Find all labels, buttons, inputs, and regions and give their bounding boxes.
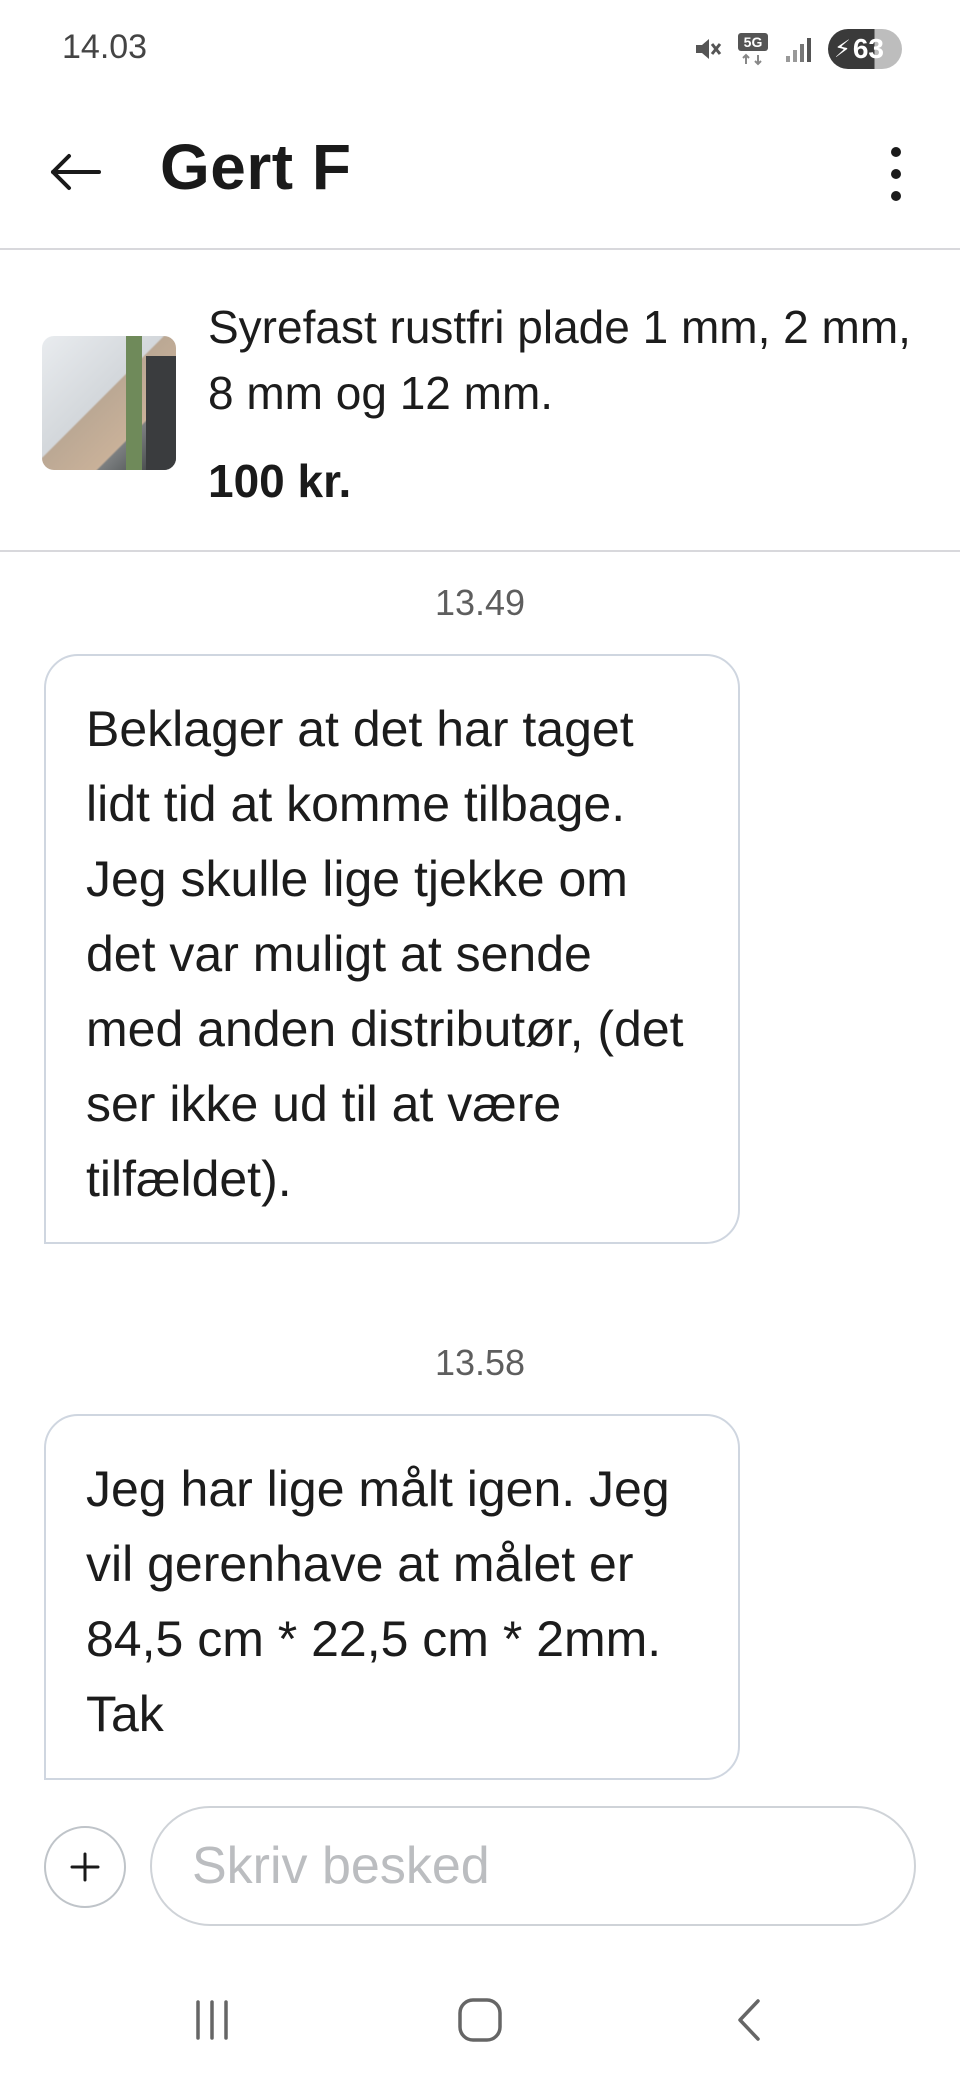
system-navigation-bar: [0, 1960, 960, 2080]
listing-thumbnail[interactable]: [42, 336, 176, 470]
status-icons: 5G ⚡ 63: [692, 26, 902, 72]
listing-card[interactable]: Syrefast rustfri plade 1 mm, 2 mm, 8 mm …: [0, 250, 960, 552]
status-bar: 14.03 5G ⚡ 63: [0, 0, 960, 100]
back-nav-icon: [738, 1999, 760, 2041]
add-attachment-button[interactable]: [44, 1826, 126, 1908]
thumbnail-detail: [146, 356, 176, 470]
more-options-button[interactable]: [868, 134, 924, 214]
back-nav-button[interactable]: [710, 1988, 790, 2052]
plus-icon: [70, 1852, 100, 1882]
back-button[interactable]: [44, 140, 108, 204]
listing-price: 100 kr.: [208, 455, 352, 507]
battery-indicator: ⚡ 63: [828, 29, 902, 69]
charging-icon: ⚡: [834, 35, 851, 63]
back-arrow-icon: [51, 154, 101, 190]
listing-title: Syrefast rustfri plade 1 mm, 2 mm, 8 mm …: [208, 301, 911, 419]
thumbnail-detail: [126, 336, 142, 470]
contact-name: Gert F: [160, 131, 352, 203]
battery-level: 63: [852, 33, 885, 64]
message-bubble[interactable]: Beklager at det har taget lidt tid at ko…: [44, 654, 740, 1244]
message-composer: [0, 1790, 960, 1940]
recent-apps-icon: [196, 2000, 228, 2040]
more-vertical-icon: [891, 147, 901, 157]
network-label: 5G: [744, 34, 763, 50]
more-vertical-icon-dot: [891, 169, 901, 179]
recent-apps-button[interactable]: [172, 1988, 252, 2052]
home-icon: [458, 1998, 502, 2042]
message-timestamp: 13.49: [434, 582, 526, 623]
more-vertical-icon-dot: [891, 191, 901, 201]
signal-icon: [784, 34, 814, 64]
network-5g-icon: 5G: [736, 31, 770, 67]
message-bubble[interactable]: Jeg har lige målt igen. Jeg vil gerenhav…: [44, 1414, 740, 1780]
home-button[interactable]: [440, 1988, 520, 2052]
message-input[interactable]: [150, 1806, 916, 1926]
conversation-header: Gert F: [0, 100, 960, 250]
mute-icon: [692, 34, 722, 64]
status-time: 14.03: [62, 28, 148, 66]
message-timestamp: 13.58: [434, 1342, 526, 1383]
